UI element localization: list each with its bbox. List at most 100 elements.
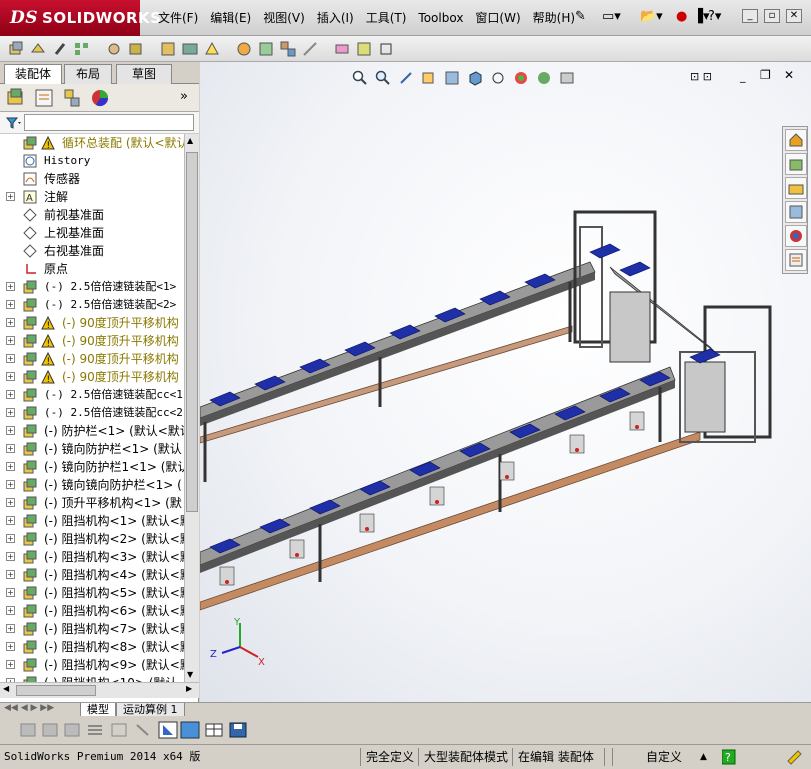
tree-item[interactable]: + (-) 防护栏<1> (默认<默认	[0, 422, 184, 440]
layout-icon[interactable]	[158, 721, 178, 739]
tree-item[interactable]: 传感器	[0, 170, 184, 188]
pin-icon[interactable]: ✎	[575, 9, 586, 24]
tree-item[interactable]: + (-) 阻挡机构<9> (默认<默	[0, 656, 184, 674]
scroll-down-icon[interactable]: ▼	[187, 670, 193, 679]
solidworks-resources-icon[interactable]	[785, 129, 807, 151]
scroll-left-icon[interactable]: ◀	[3, 684, 9, 693]
animation-controller-icon[interactable]	[20, 722, 38, 738]
help-question-icon[interactable]: ?▾	[708, 9, 721, 24]
timeline-icon[interactable]	[64, 722, 82, 738]
expand-icon[interactable]: +	[6, 444, 15, 453]
tree-item[interactable]: History	[0, 152, 184, 170]
tree-item[interactable]: +! (-) 90度顶升平移机构	[0, 350, 184, 368]
3d-view-icon[interactable]	[180, 721, 200, 739]
tab-motion-study[interactable]: 运动算例 1	[116, 703, 185, 717]
tree-item[interactable]: ! 循环总装配 (默认<默认_	[0, 134, 184, 152]
design-library-icon[interactable]	[785, 153, 807, 175]
file-explorer-icon[interactable]	[785, 177, 807, 199]
smart-fasteners-icon[interactable]	[104, 39, 124, 59]
feature-manager-icon[interactable]	[6, 88, 26, 108]
expand-icon[interactable]: +	[6, 588, 15, 597]
tree-item[interactable]: + (-) 顶升平移机构<1> (默	[0, 494, 184, 512]
tree-item[interactable]: + (-) 阻挡机构<8> (默认<默	[0, 638, 184, 656]
configuration-manager-icon[interactable]	[62, 88, 82, 108]
motion-manager-icon[interactable]	[42, 722, 60, 738]
expand-icon[interactable]: +	[6, 660, 15, 669]
expand-icon[interactable]: +	[6, 408, 15, 417]
expand-icon[interactable]: +	[6, 552, 15, 561]
conveyor-3d-model[interactable]	[200, 62, 811, 702]
tree-item[interactable]: + (-) 2.5倍倍速链装配<1>	[0, 278, 184, 296]
menu-edit[interactable]: 编辑(E)	[204, 9, 257, 27]
interference-detection-icon[interactable]	[332, 39, 352, 59]
notification-icon[interactable]	[786, 749, 802, 765]
tree-item[interactable]: + (-) 2.5倍倍速链装配<2>	[0, 296, 184, 314]
expand-icon[interactable]: +	[6, 624, 15, 633]
tree-item[interactable]: + (-) 阻挡机构<3> (默认<默	[0, 548, 184, 566]
bill-of-materials-icon[interactable]	[256, 39, 276, 59]
show-hidden-icon[interactable]	[158, 39, 178, 59]
expand-icon[interactable]: +	[6, 480, 15, 489]
tree-item[interactable]: 上视基准面	[0, 224, 184, 242]
expand-icon[interactable]: +	[6, 534, 15, 543]
expand-icon[interactable]: +	[6, 372, 15, 381]
close-icon[interactable]: ✕	[786, 9, 802, 23]
minimize-icon[interactable]: _	[742, 9, 758, 23]
tree-vertical-scrollbar[interactable]: ▲ ▼	[184, 134, 199, 682]
units-dropdown-icon[interactable]: ▲	[700, 749, 707, 765]
custom-properties-icon[interactable]	[785, 249, 807, 271]
scroll-thumb[interactable]	[186, 152, 198, 512]
expand-tabs-icon[interactable]: »	[180, 89, 188, 104]
expand-icon[interactable]: +	[6, 426, 15, 435]
tree-item[interactable]: +(-) 阻挡机构<10> (默认	[0, 674, 184, 682]
menu-insert[interactable]: 插入(I)	[311, 9, 360, 27]
tree-filter-input[interactable]	[24, 114, 194, 131]
menu-window[interactable]: 窗口(W)	[469, 9, 526, 27]
expand-icon[interactable]: +	[6, 336, 15, 345]
tree-item[interactable]: +! (-) 90度顶升平移机构	[0, 368, 184, 386]
tree-item[interactable]: +! (-) 90度顶升平移机构	[0, 314, 184, 332]
scroll-up-icon[interactable]: ▲	[187, 136, 193, 145]
tree-item[interactable]: + (-) 阻挡机构<5> (默认<默	[0, 584, 184, 602]
rebuild-light-icon[interactable]: ●	[676, 9, 687, 24]
reference-geometry-icon[interactable]	[202, 39, 222, 59]
tree-item[interactable]: + (-) 2.5倍倍速链装配cc<2	[0, 404, 184, 422]
filter-icon[interactable]	[6, 116, 22, 130]
solidworks-logo[interactable]: DS SOLIDWORKS	[0, 0, 161, 36]
menu-file[interactable]: 文件(F)	[152, 9, 204, 27]
expand-icon[interactable]: +	[6, 516, 15, 525]
tree-item[interactable]: 原点	[0, 260, 184, 278]
menu-help[interactable]: 帮助(H)	[527, 9, 581, 27]
new-motion-study-icon[interactable]	[234, 39, 254, 59]
view-palette-icon[interactable]	[785, 201, 807, 223]
tree-item[interactable]: + (-) 镜向镜向防护栏<1> (	[0, 476, 184, 494]
scroll-right-icon[interactable]: ▶	[186, 684, 192, 693]
tab-layout[interactable]: 布局	[64, 64, 112, 84]
tree-item[interactable]: + (-) 阻挡机构<1> (默认<默	[0, 512, 184, 530]
tree-item[interactable]: 右视基准面	[0, 242, 184, 260]
tree-item[interactable]: +! (-) 90度顶升平移机构	[0, 332, 184, 350]
save-view-icon[interactable]	[228, 721, 248, 739]
tree-item[interactable]: + (-) 镜向防护栏1<1> (默认	[0, 458, 184, 476]
tree-item[interactable]: + (-) 阻挡机构<6> (默认<默	[0, 602, 184, 620]
expand-icon[interactable]: +	[6, 498, 15, 507]
tree-item[interactable]: 前视基准面	[0, 206, 184, 224]
exploded-view-icon[interactable]	[278, 39, 298, 59]
tree-item[interactable]: + A 注解	[0, 188, 184, 206]
grid-view-icon[interactable]	[110, 722, 128, 738]
help-icon[interactable]: ?	[722, 749, 736, 765]
expand-icon[interactable]: +	[6, 354, 15, 363]
expand-icon[interactable]: +	[6, 642, 15, 651]
expand-icon[interactable]: +	[6, 570, 15, 579]
collapse-icon[interactable]	[134, 722, 152, 738]
menu-tools[interactable]: 工具(T)	[360, 9, 413, 27]
assembly-features-icon[interactable]	[180, 39, 200, 59]
insert-component-icon[interactable]	[6, 39, 26, 59]
expand-icon[interactable]: +	[6, 606, 15, 615]
mate-icon[interactable]	[50, 39, 70, 59]
table-view-icon[interactable]	[204, 721, 224, 739]
appearances-scenes-icon[interactable]	[785, 225, 807, 247]
instant3d-icon[interactable]	[376, 39, 396, 59]
restore-icon[interactable]: ▫	[764, 9, 780, 23]
tree-item[interactable]: + (-) 阻挡机构<7> (默认<默	[0, 620, 184, 638]
